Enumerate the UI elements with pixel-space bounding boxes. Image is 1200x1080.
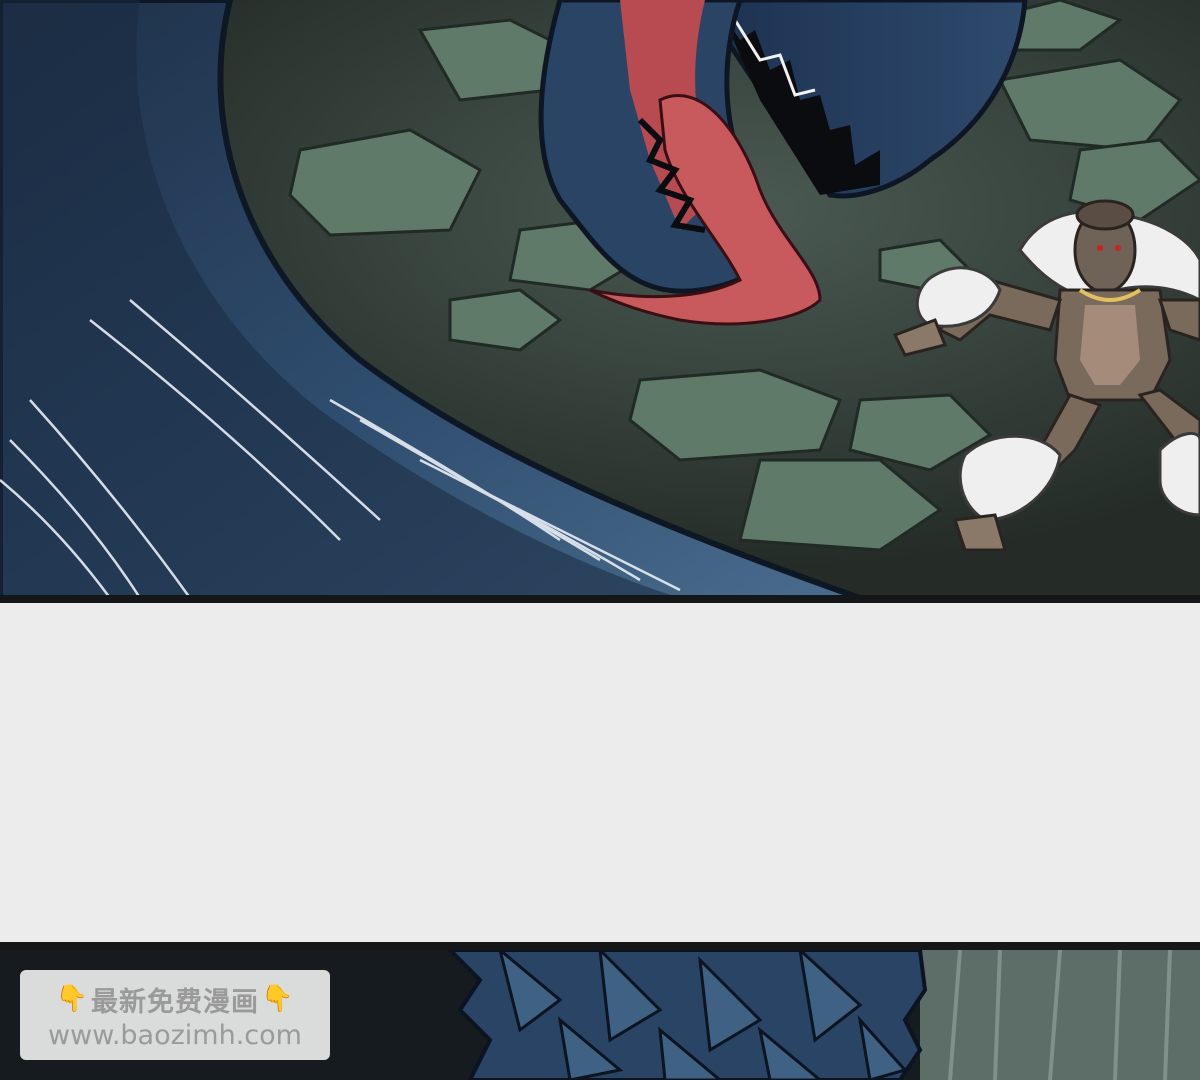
watermark-url: www.baozimh.com	[48, 1020, 302, 1051]
panel-border-top	[0, 595, 1200, 603]
comic-viewport: 👇 最新免费漫画 👇 www.baozimh.com	[0, 0, 1200, 1080]
watermark-headline: 最新免费漫画	[91, 986, 259, 1018]
pointing-down-hand-icon: 👇	[55, 984, 89, 1014]
site-watermark: 👇 最新免费漫画 👇 www.baozimh.com	[20, 970, 330, 1060]
serpent-lunge-panel	[0, 0, 1200, 598]
pointing-down-hand-icon: 👇	[261, 984, 295, 1014]
serpent-lunge-artwork	[0, 0, 1200, 598]
panel-border-bottom	[0, 942, 1200, 950]
panel-gutter	[0, 603, 1200, 942]
watermark-headline-row: 👇 最新免费漫画 👇	[28, 980, 322, 1018]
